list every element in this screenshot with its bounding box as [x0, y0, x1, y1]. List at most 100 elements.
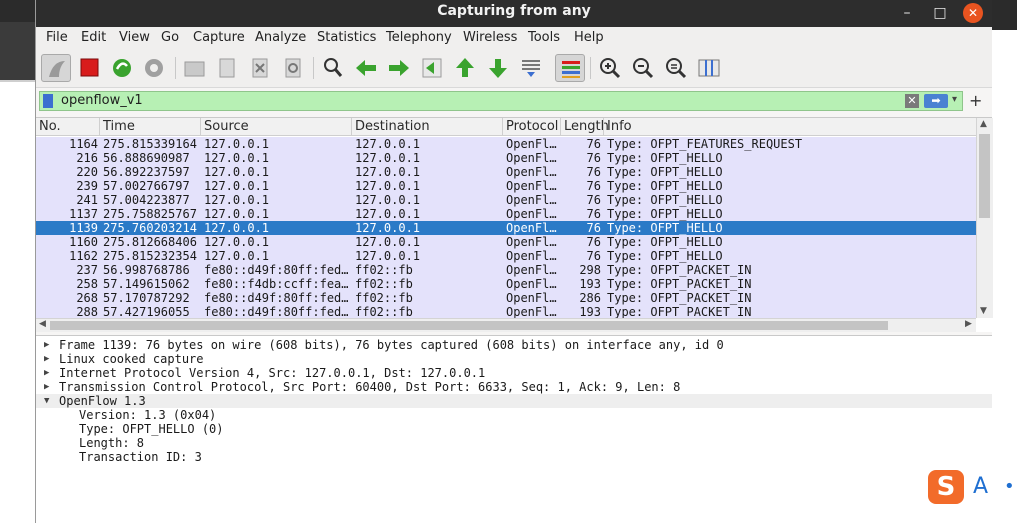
- display-filter-bar[interactable]: openflow_v1 ✕ ➡ ▾: [39, 91, 963, 111]
- cell-info: Type: OFPT_FEATURES_REQUEST: [607, 137, 803, 151]
- table-row[interactable]: 288 57.427196055 fe80::d49f:80ff:fed… ff02:…: [36, 305, 976, 319]
- table-row[interactable]: 1160 275.812668406 127.0.0.1 127.0.0.1 OpenF…: [36, 235, 976, 249]
- menu-edit[interactable]: Edit: [81, 30, 106, 45]
- detail-node[interactable]: ▼ OpenFlow 1.3: [36, 394, 992, 408]
- column-separator[interactable]: [99, 118, 100, 135]
- detail-field[interactable]: Type: OFPT_HELLO (0): [36, 422, 992, 436]
- bookmark-icon[interactable]: [43, 94, 53, 108]
- go-forward-icon[interactable]: [384, 54, 414, 82]
- cell-len: 286: [579, 291, 601, 305]
- reload-file-icon[interactable]: [278, 54, 308, 82]
- column-destination[interactable]: Destination: [355, 119, 430, 134]
- packet-list-vscroll[interactable]: ▲ ▼: [976, 118, 993, 318]
- capture-options-icon[interactable]: [139, 54, 169, 82]
- cell-no: 1162: [69, 249, 98, 263]
- scroll-right-icon[interactable]: ▶: [965, 319, 972, 329]
- column-separator[interactable]: [351, 118, 352, 135]
- table-row[interactable]: 1137 275.758825767 127.0.0.1 127.0.0.1 OpenF…: [36, 207, 976, 221]
- chevron-down-icon[interactable]: ▾: [952, 94, 957, 105]
- menu-view[interactable]: View: [119, 30, 150, 45]
- scroll-down-icon[interactable]: ▼: [980, 306, 987, 316]
- column-no[interactable]: No.: [39, 119, 61, 134]
- filter-input[interactable]: openflow_v1: [61, 93, 143, 108]
- save-file-icon[interactable]: [212, 54, 242, 82]
- cell-time: 275.758825767: [103, 207, 197, 221]
- expand-down-icon[interactable]: ▼: [44, 394, 49, 408]
- table-row[interactable]: 220 56.892237597 127.0.0.1 127.0.0.1 OpenFl……: [36, 165, 976, 179]
- desktop-panel: [0, 0, 36, 22]
- resize-columns-icon[interactable]: [694, 54, 724, 82]
- scroll-thumb[interactable]: [979, 134, 990, 218]
- colorize-icon[interactable]: [555, 54, 585, 82]
- scroll-left-icon[interactable]: ◀: [39, 319, 46, 329]
- packet-list-hscroll[interactable]: ◀ ▶: [36, 318, 976, 332]
- table-row[interactable]: 241 57.004223877 127.0.0.1 127.0.0.1 OpenFl……: [36, 193, 976, 207]
- detail-node[interactable]: ▶ Internet Protocol Version 4, Src: 127.0…: [36, 366, 992, 380]
- menu-tools[interactable]: Tools: [528, 30, 560, 45]
- menu-wireless[interactable]: Wireless: [463, 30, 517, 45]
- zoom-out-icon[interactable]: [628, 54, 658, 82]
- shark-fin-start-icon[interactable]: [41, 54, 71, 82]
- close-file-icon[interactable]: [245, 54, 275, 82]
- column-info[interactable]: Info: [607, 119, 632, 134]
- restart-capture-icon[interactable]: [107, 54, 137, 82]
- column-separator[interactable]: [560, 118, 561, 135]
- stop-capture-icon[interactable]: [74, 54, 104, 82]
- column-time[interactable]: Time: [103, 119, 135, 134]
- table-row[interactable]: 216 56.888690987 127.0.0.1 127.0.0.1 OpenFl……: [36, 151, 976, 165]
- cell-src: 127.0.0.1: [204, 165, 270, 179]
- column-source[interactable]: Source: [204, 119, 249, 134]
- go-back-icon[interactable]: [351, 54, 381, 82]
- auto-scroll-icon[interactable]: [516, 54, 546, 82]
- column-separator[interactable]: [603, 118, 604, 135]
- table-row[interactable]: 239 57.002766797 127.0.0.1 127.0.0.1 OpenFl……: [36, 179, 976, 193]
- close-button[interactable]: ✕: [963, 3, 983, 23]
- table-row-selected[interactable]: 1139 275.760203214 127.0.0.1 127.0.0.1 OpenF…: [36, 221, 976, 235]
- table-row[interactable]: 1164 275.815339164 127.0.0.1 127.0.0.1 OpenF…: [36, 137, 976, 151]
- expand-right-icon[interactable]: ▶: [44, 338, 49, 352]
- scroll-up-icon[interactable]: ▲: [980, 119, 987, 129]
- detail-text: OpenFlow 1.3: [59, 394, 146, 408]
- detail-node[interactable]: ▶ Linux cooked capture: [36, 352, 992, 366]
- ime-indicator[interactable]: S A •: [928, 468, 1017, 508]
- menu-telephony[interactable]: Telephony: [386, 30, 452, 45]
- detail-node[interactable]: ▶ Frame 1139: 76 bytes on wire (608 bits)…: [36, 338, 992, 352]
- zoom-in-icon[interactable]: [595, 54, 625, 82]
- maximize-button[interactable]: □: [930, 3, 950, 23]
- add-filter-button[interactable]: +: [969, 91, 982, 110]
- menu-analyze[interactable]: Analyze: [255, 30, 306, 45]
- table-row[interactable]: 1162 275.815232354 127.0.0.1 127.0.0.1 OpenF…: [36, 249, 976, 263]
- open-file-icon[interactable]: [179, 54, 209, 82]
- menu-capture[interactable]: Capture: [193, 30, 245, 45]
- menu-go[interactable]: Go: [161, 30, 179, 45]
- expand-right-icon[interactable]: ▶: [44, 366, 49, 380]
- packet-list-header: No. Time Source Destination Protocol Len…: [36, 118, 976, 136]
- go-first-icon[interactable]: [450, 54, 480, 82]
- menu-help[interactable]: Help: [574, 30, 604, 45]
- detail-field[interactable]: Transaction ID: 3: [36, 450, 992, 464]
- table-row[interactable]: 268 57.170787292 fe80::d49f:80ff:fed… ff02:…: [36, 291, 976, 305]
- title-bar[interactable]: Capturing from any – □ ✕: [36, 0, 992, 27]
- apply-filter-icon[interactable]: ➡: [924, 94, 948, 108]
- column-separator[interactable]: [200, 118, 201, 135]
- column-separator[interactable]: [502, 118, 503, 135]
- detail-node[interactable]: ▶ Transmission Control Protocol, Src Port…: [36, 380, 992, 394]
- table-row[interactable]: 258 57.149615062 fe80::f4db:ccff:fea… ff02:…: [36, 277, 976, 291]
- find-packet-icon[interactable]: [318, 54, 348, 82]
- menu-statistics[interactable]: Statistics: [317, 30, 376, 45]
- column-protocol[interactable]: Protocol: [506, 119, 558, 134]
- minimize-button[interactable]: –: [897, 3, 917, 23]
- cell-no: 268: [76, 291, 98, 305]
- scroll-thumb[interactable]: [50, 321, 888, 330]
- detail-field[interactable]: Length: 8: [36, 436, 992, 450]
- expand-right-icon[interactable]: ▶: [44, 352, 49, 366]
- expand-right-icon[interactable]: ▶: [44, 380, 49, 394]
- menu-bar: File Edit View Go Capture Analyze Statis…: [36, 27, 992, 49]
- detail-field[interactable]: Version: 1.3 (0x04): [36, 408, 992, 422]
- go-last-icon[interactable]: [483, 54, 513, 82]
- table-row[interactable]: 237 56.998768786 fe80::d49f:80ff:fed… ff02:…: [36, 263, 976, 277]
- clear-filter-icon[interactable]: ✕: [905, 94, 919, 108]
- go-to-packet-icon[interactable]: [417, 54, 447, 82]
- normal-size-icon[interactable]: [661, 54, 691, 82]
- menu-file[interactable]: File: [46, 30, 68, 45]
